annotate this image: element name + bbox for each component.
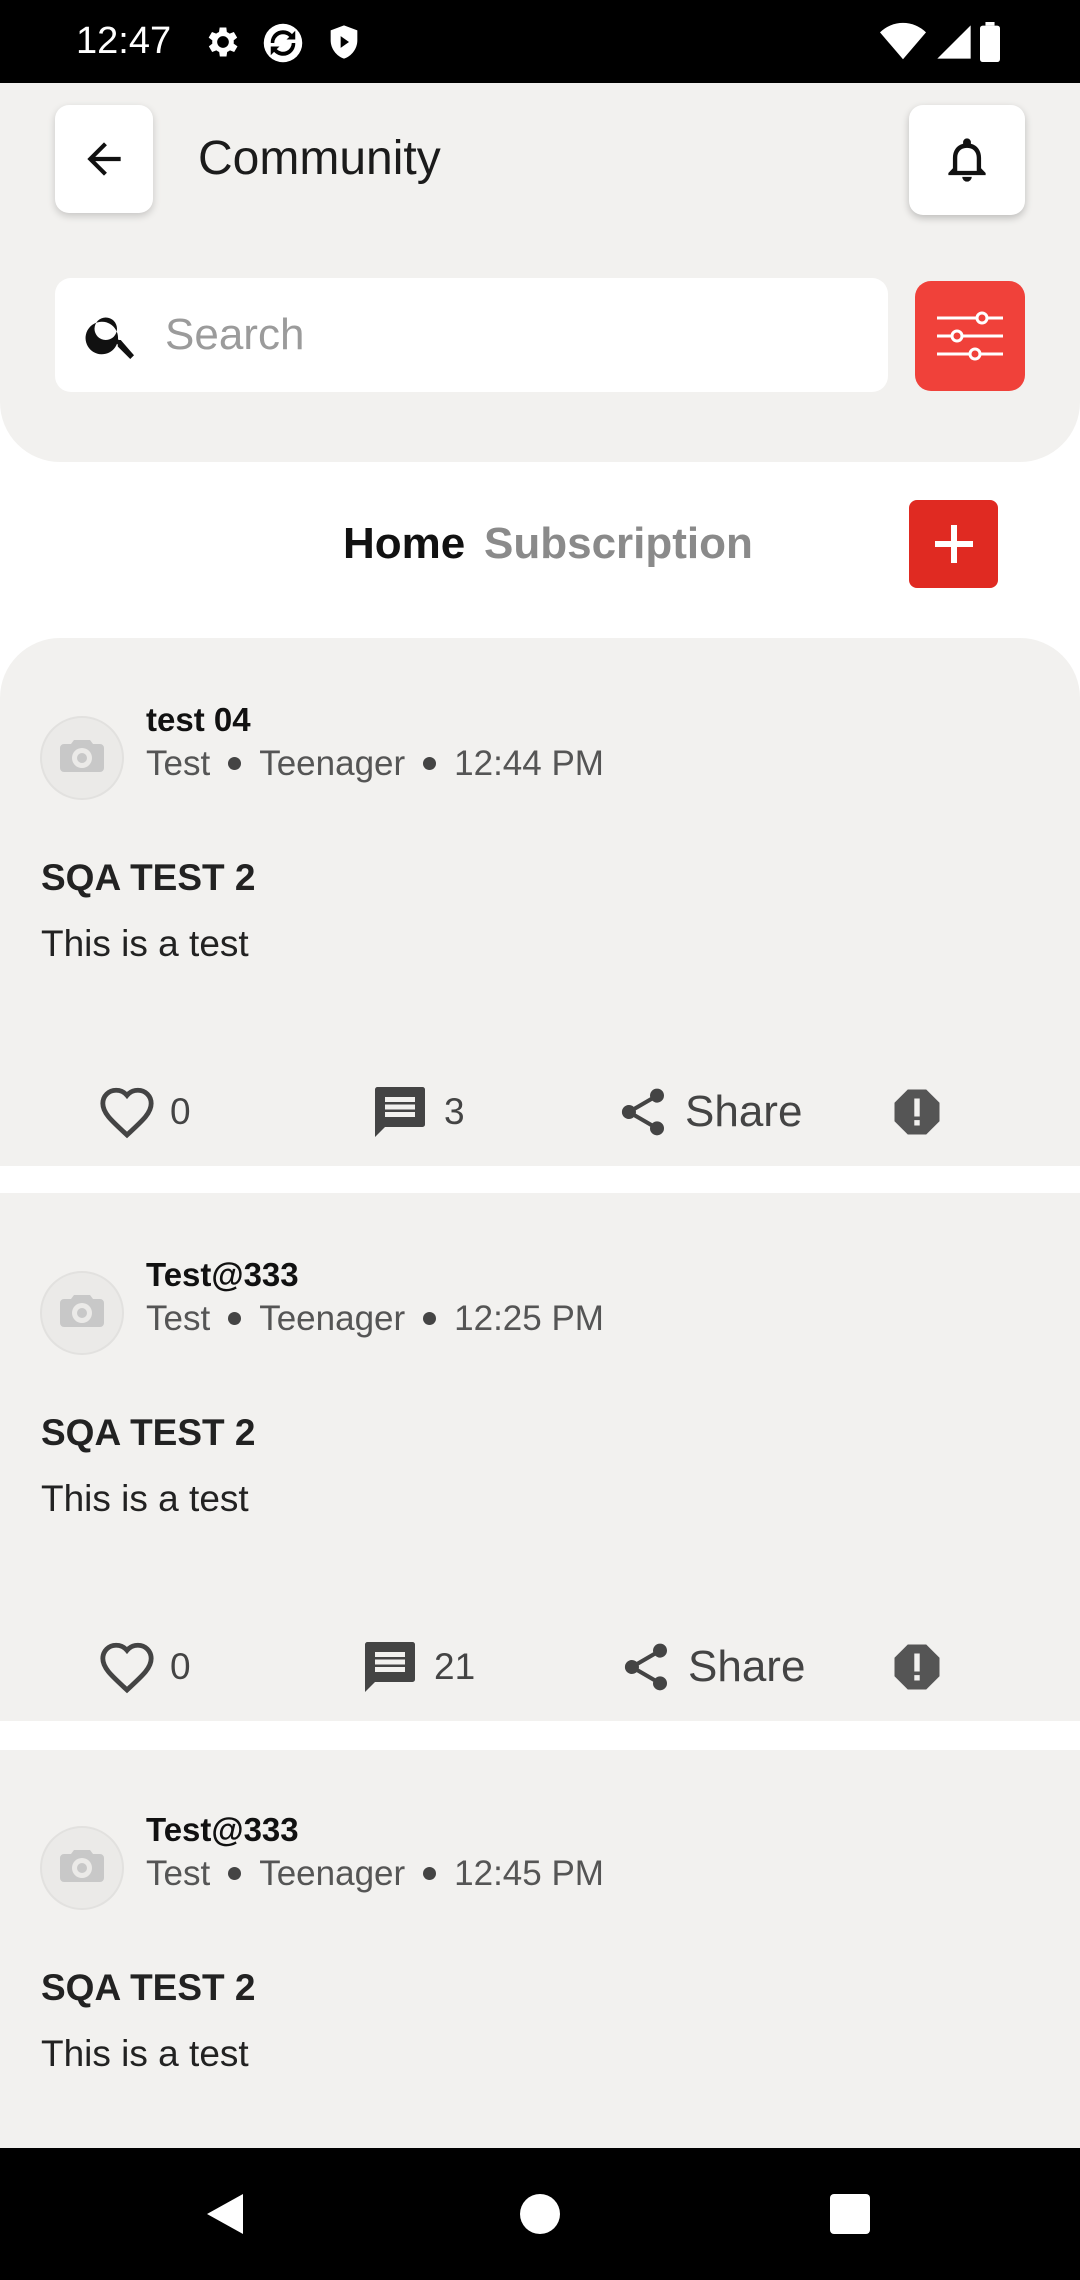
share-button[interactable]: Share bbox=[615, 1072, 802, 1152]
post-meta: Test Teenager 12:45 PM bbox=[146, 1852, 604, 1896]
tab-subscription[interactable]: Subscription bbox=[484, 516, 753, 572]
comment-icon bbox=[375, 1087, 425, 1137]
nav-recents-button[interactable] bbox=[820, 2184, 880, 2244]
comment-button[interactable]: 3 bbox=[370, 1072, 465, 1152]
search-bar[interactable] bbox=[55, 278, 888, 392]
post-actions: 0 21 Share bbox=[0, 1627, 1080, 1707]
share-icon bbox=[624, 1643, 667, 1691]
post-actions: 0 3 Share bbox=[0, 1072, 1080, 1152]
post-author[interactable]: Test@333 bbox=[146, 1255, 299, 1295]
report-button[interactable] bbox=[890, 1627, 944, 1707]
comment-icon bbox=[365, 1642, 415, 1692]
post-category: Test bbox=[146, 1299, 211, 1338]
avatar bbox=[40, 1271, 124, 1355]
comment-button[interactable]: 21 bbox=[360, 1627, 475, 1707]
nav-home-button[interactable] bbox=[510, 2184, 570, 2244]
report-icon bbox=[894, 1644, 940, 1690]
comment-count: 21 bbox=[434, 1646, 476, 1687]
share-icon bbox=[621, 1088, 664, 1136]
camera-icon bbox=[60, 740, 104, 772]
search-icon bbox=[82, 305, 142, 370]
heart-icon bbox=[100, 1087, 154, 1139]
plus-icon bbox=[934, 525, 973, 563]
arrow-left-icon bbox=[87, 142, 121, 176]
post-card[interactable]: Test@333 Test Teenager 12:45 PM SQA TEST 2… bbox=[0, 1750, 1080, 2148]
wifi-icon bbox=[880, 22, 926, 62]
post-body: This is a test bbox=[41, 2033, 249, 2074]
post-category: Test bbox=[146, 744, 211, 783]
sliders-icon bbox=[937, 311, 1003, 361]
avatar bbox=[40, 1826, 124, 1910]
report-button[interactable] bbox=[890, 1072, 944, 1152]
status-time: 12:47 bbox=[76, 20, 172, 62]
page-title: Community bbox=[198, 132, 441, 185]
camera-icon bbox=[60, 1850, 104, 1882]
status-bar: 12:47 bbox=[0, 0, 1080, 83]
like-count: 0 bbox=[170, 1091, 191, 1132]
circle-home-icon bbox=[520, 2194, 560, 2234]
filter-button[interactable] bbox=[915, 281, 1025, 391]
shield-icon bbox=[324, 22, 364, 62]
post-audience: Teenager bbox=[259, 744, 406, 783]
system-nav-bar bbox=[0, 2148, 1080, 2280]
post-title: SQA TEST 2 bbox=[41, 1412, 256, 1453]
post-card[interactable]: test 04 Test Teenager 12:44 PM SQA TEST 2 … bbox=[0, 638, 1080, 1166]
signal-icon bbox=[934, 22, 974, 62]
avatar bbox=[40, 716, 124, 800]
post-author[interactable]: Test@333 bbox=[146, 1810, 299, 1850]
share-label: Share bbox=[688, 1642, 806, 1691]
search-input[interactable] bbox=[165, 298, 855, 372]
nav-back-button[interactable] bbox=[195, 2184, 255, 2244]
header-panel: Community bbox=[0, 83, 1080, 462]
tab-bar: Home Subscription bbox=[0, 500, 1080, 590]
heart-icon bbox=[100, 1642, 154, 1694]
back-button[interactable] bbox=[55, 105, 153, 213]
sync-icon bbox=[262, 22, 303, 63]
post-audience: Teenager bbox=[259, 1854, 406, 1893]
triangle-back-icon bbox=[207, 2194, 243, 2234]
notifications-button[interactable] bbox=[909, 105, 1025, 215]
report-icon bbox=[894, 1089, 940, 1135]
camera-icon bbox=[60, 1295, 104, 1327]
share-button[interactable]: Share bbox=[618, 1627, 805, 1707]
post-meta: Test Teenager 12:44 PM bbox=[146, 742, 604, 786]
like-button[interactable]: 0 bbox=[98, 1627, 191, 1707]
post-card[interactable]: Test@333 Test Teenager 12:25 PM SQA TEST 2… bbox=[0, 1193, 1080, 1721]
share-label: Share bbox=[685, 1087, 803, 1136]
post-author[interactable]: test 04 bbox=[146, 700, 251, 740]
post-audience: Teenager bbox=[259, 1299, 406, 1338]
post-body: This is a test bbox=[41, 1478, 249, 1519]
post-time: 12:45 PM bbox=[454, 1854, 604, 1893]
like-count: 0 bbox=[170, 1646, 191, 1687]
comment-count: 3 bbox=[444, 1091, 465, 1132]
post-time: 12:44 PM bbox=[454, 744, 604, 783]
post-category: Test bbox=[146, 1854, 211, 1893]
like-button[interactable]: 0 bbox=[98, 1072, 191, 1152]
post-body: This is a test bbox=[41, 923, 249, 964]
post-title: SQA TEST 2 bbox=[41, 857, 256, 898]
tab-home[interactable]: Home bbox=[343, 516, 465, 572]
post-meta: Test Teenager 12:25 PM bbox=[146, 1297, 604, 1341]
square-recents-icon bbox=[830, 2194, 870, 2234]
post-time: 12:25 PM bbox=[454, 1299, 604, 1338]
post-title: SQA TEST 2 bbox=[41, 1967, 256, 2008]
settings-icon bbox=[203, 22, 243, 62]
battery-icon bbox=[978, 22, 1006, 62]
bell-icon bbox=[948, 138, 986, 182]
add-post-button[interactable] bbox=[909, 500, 998, 588]
